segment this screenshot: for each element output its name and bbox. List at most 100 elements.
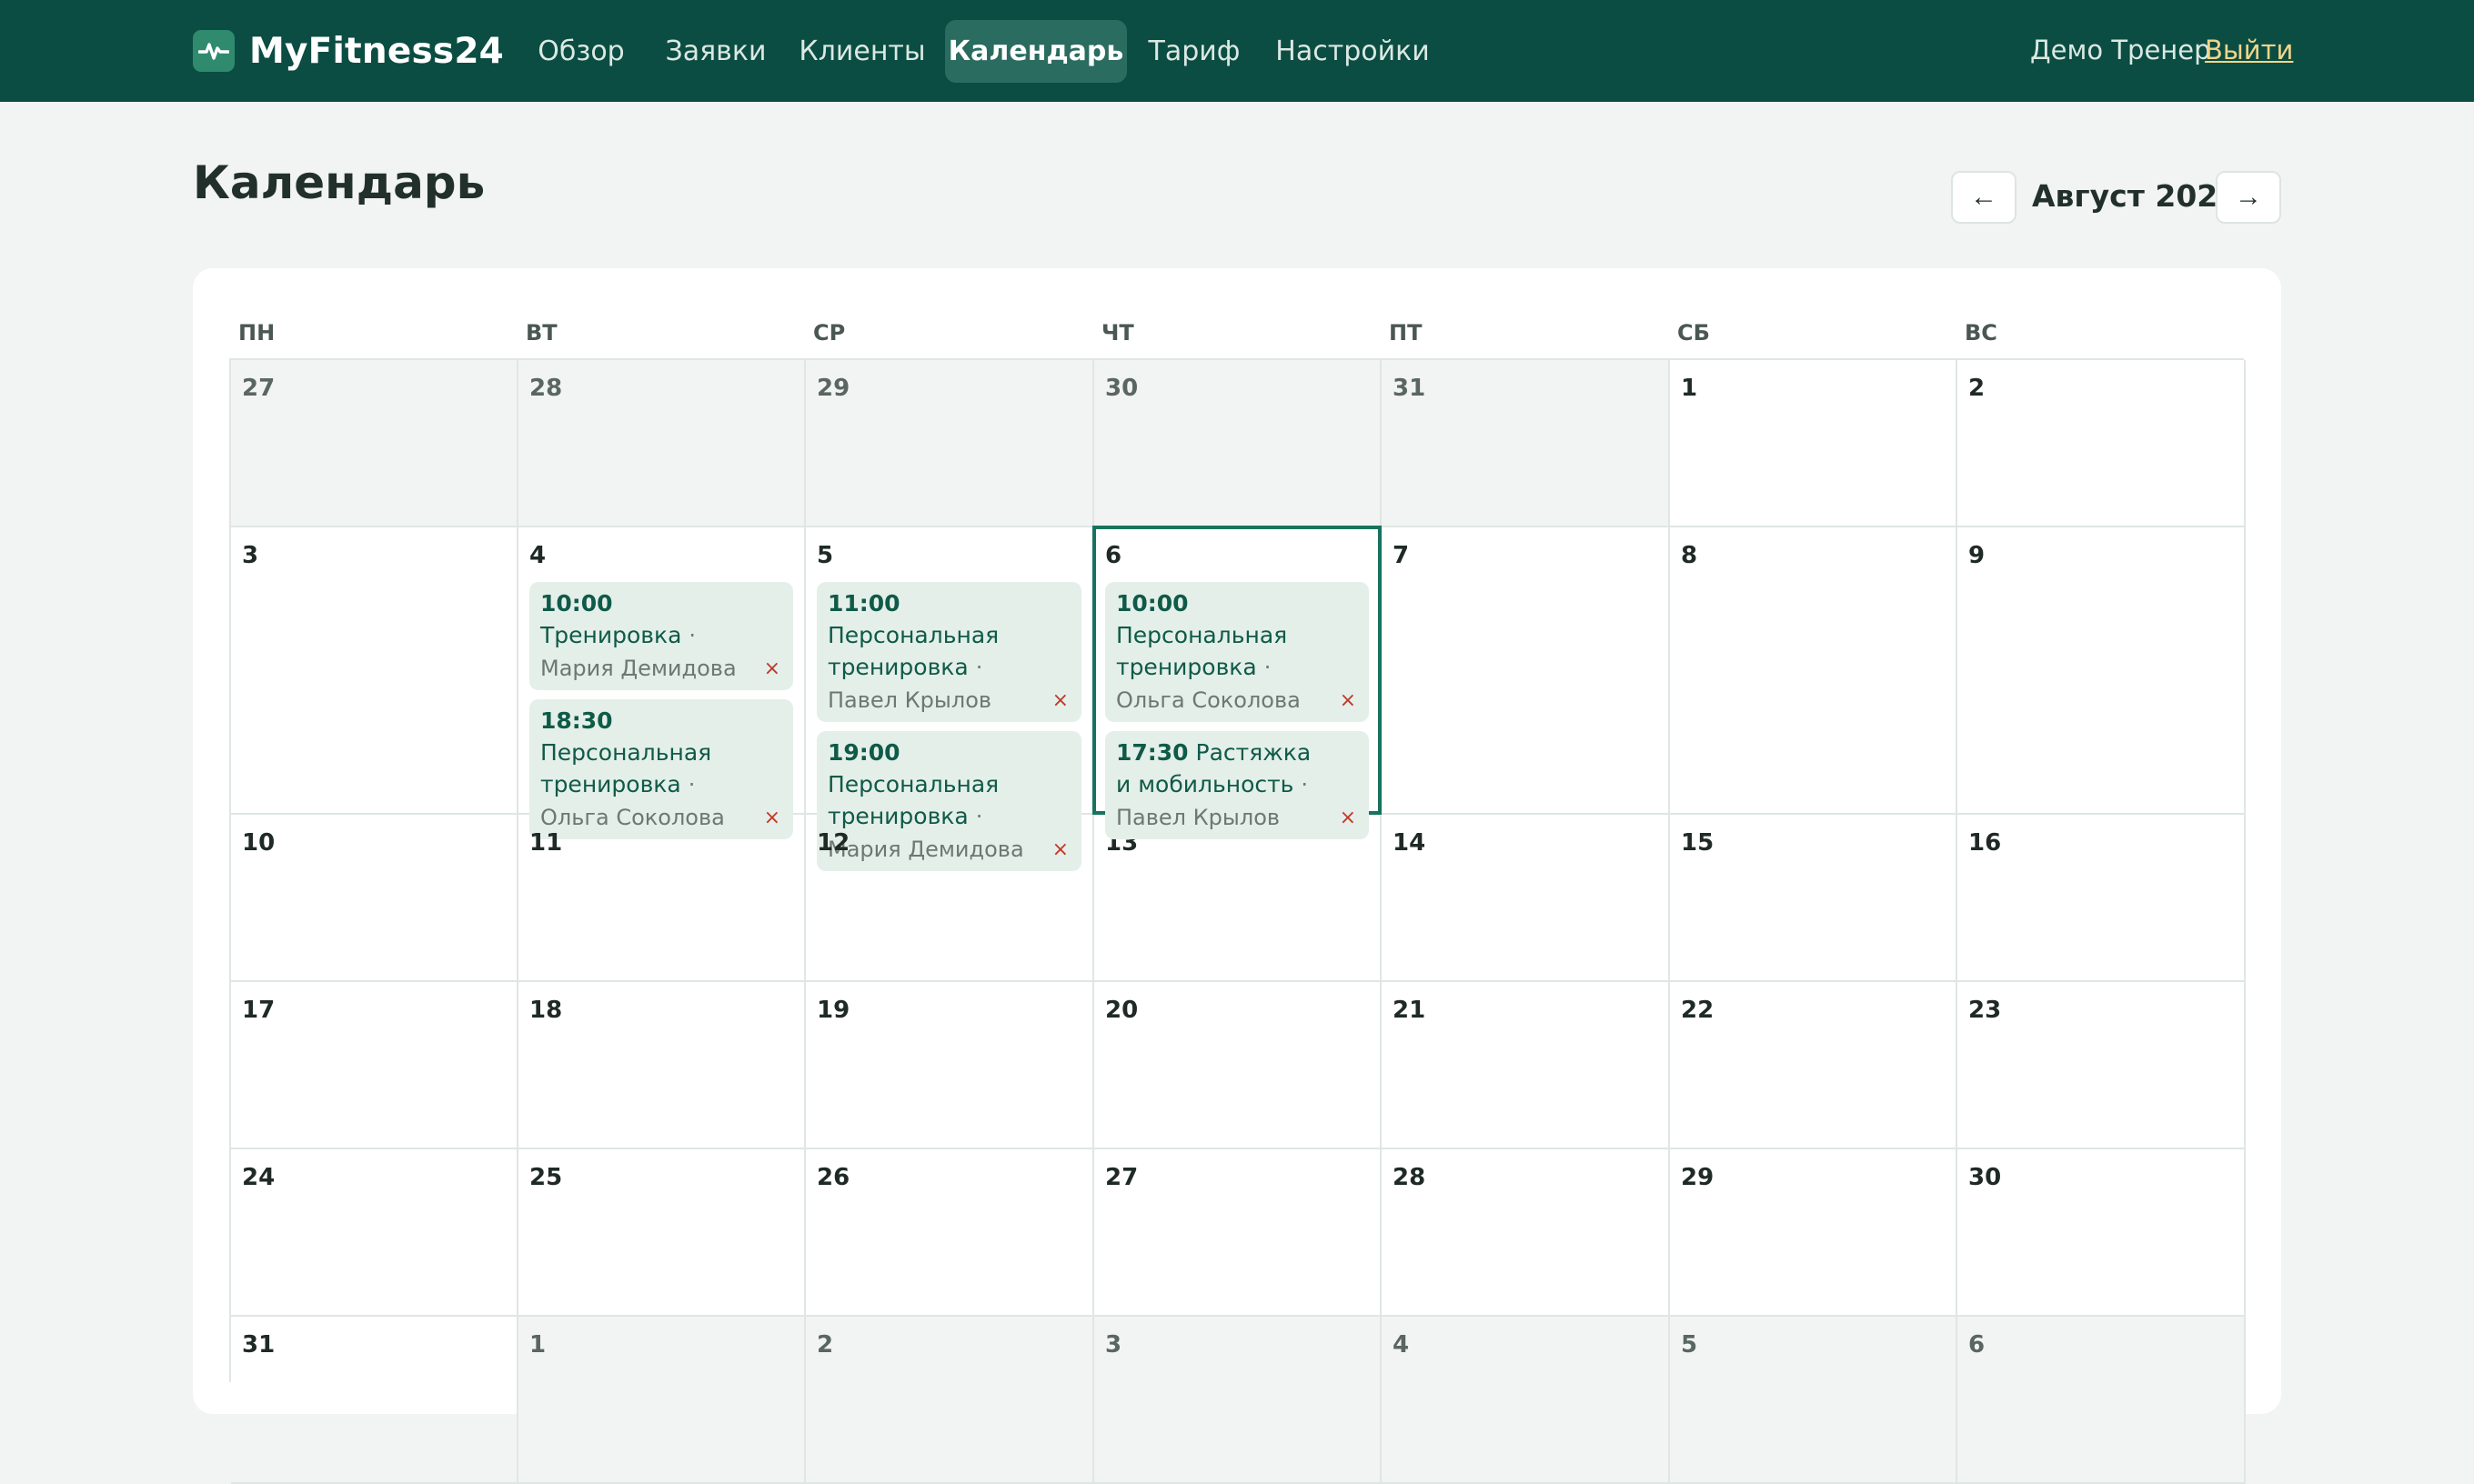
calendar-day[interactable]: 24 <box>231 1149 518 1317</box>
nav-clients[interactable]: Клиенты <box>793 20 931 83</box>
pulse-icon <box>193 30 235 72</box>
calendar-day[interactable]: 17 <box>231 982 518 1149</box>
calendar-day[interactable]: 20 <box>1094 982 1382 1149</box>
next-month-button[interactable]: → <box>2216 171 2281 224</box>
nav-calendar[interactable]: Календарь <box>945 20 1127 83</box>
event-list: 10:00 Тренировка · Мария Демидова × 18:30 … <box>529 582 793 848</box>
prev-month-button[interactable]: ← <box>1951 171 2016 224</box>
calendar-day[interactable]: 11 <box>518 815 806 982</box>
calendar-day[interactable]: 7 <box>1382 527 1670 815</box>
day-number: 3 <box>242 542 259 569</box>
event-item[interactable]: 17:30 Растяжка и мобильность · Павел Кры… <box>1105 731 1369 839</box>
calendar-day-outside[interactable]: 28 <box>518 360 806 527</box>
calendar-day[interactable]: 5 11:00 Персональная тренировка · Павел К… <box>806 527 1094 871</box>
calendar-day[interactable]: 4 10:00 Тренировка · Мария Демидова × 18:30… <box>518 527 806 839</box>
calendar-day[interactable]: 31 <box>231 1317 518 1484</box>
calendar-day[interactable]: 8 <box>1670 527 1957 815</box>
calendar-day[interactable]: 1 <box>1670 360 1957 527</box>
event-title: Тренировка <box>540 622 682 648</box>
day-number: 30 <box>1105 375 1139 402</box>
day-number: 22 <box>1681 997 1715 1024</box>
calendar-day-outside[interactable]: 2 <box>806 1317 1094 1484</box>
day-number: 25 <box>529 1164 563 1191</box>
nav-overview[interactable]: Обзор <box>524 20 639 83</box>
calendar-day-outside[interactable]: 6 <box>1957 1317 2246 1484</box>
calendar-day[interactable]: 27 <box>1094 1149 1382 1317</box>
calendar-day-today[interactable]: 6 10:00 Персональная тренировка · Ольга С… <box>1092 526 1382 839</box>
app-logo[interactable]: MyFitness24 <box>193 28 504 74</box>
calendar-day[interactable]: 18 <box>518 982 806 1149</box>
calendar-day-outside[interactable]: 4 <box>1382 1317 1670 1484</box>
day-number: 28 <box>529 375 563 402</box>
calendar-day[interactable]: 12 <box>806 815 1094 982</box>
day-number: 16 <box>1968 829 2002 857</box>
calendar-day-outside[interactable]: 1 <box>518 1317 806 1484</box>
calendar-day-outside[interactable]: 29 <box>806 360 1094 527</box>
day-number: 6 <box>1105 542 1122 569</box>
app-name: MyFitness24 <box>249 30 504 72</box>
calendar-day[interactable]: 28 <box>1382 1149 1670 1317</box>
nav-requests[interactable]: Заявки <box>659 20 773 83</box>
delete-event-icon[interactable]: × <box>1340 808 1356 828</box>
calendar-day-outside[interactable]: 5 <box>1670 1317 1957 1484</box>
calendar-day-outside[interactable]: 3 <box>1094 1317 1382 1484</box>
event-title: Персональная тренировка <box>540 739 712 797</box>
calendar-day-outside[interactable]: 31 <box>1382 360 1670 527</box>
calendar-day[interactable]: 16 <box>1957 815 2246 982</box>
day-number: 23 <box>1968 997 2002 1024</box>
calendar-day[interactable]: 30 <box>1957 1149 2246 1317</box>
current-user-name: Демо Тренер <box>2030 35 2211 65</box>
weekday-header-mon: ПН <box>238 320 276 346</box>
day-number: 7 <box>1393 542 1410 569</box>
day-number: 30 <box>1968 1164 2002 1191</box>
day-number: 4 <box>529 542 547 569</box>
logout-link[interactable]: Выйти <box>2205 35 2293 65</box>
event-time: 10:00 <box>1116 590 1189 617</box>
calendar-day[interactable]: 10 <box>231 815 518 982</box>
day-number: 21 <box>1393 997 1426 1024</box>
day-number: 28 <box>1393 1164 1426 1191</box>
calendar-day[interactable]: 29 <box>1670 1149 1957 1317</box>
day-number: 2 <box>817 1331 834 1359</box>
day-number: 31 <box>242 1331 276 1359</box>
day-number: 27 <box>1105 1164 1139 1191</box>
calendar-day[interactable]: 21 <box>1382 982 1670 1149</box>
calendar-day-outside[interactable]: 27 <box>231 360 518 527</box>
nav-tariff[interactable]: Тариф <box>1142 20 1246 83</box>
event-item[interactable]: 10:00 Персональная тренировка · Ольга Со… <box>1105 582 1369 722</box>
event-title: Персональная тренировка <box>1116 622 1288 680</box>
calendar-day[interactable]: 3 <box>231 527 518 815</box>
day-number: 5 <box>1681 1331 1698 1359</box>
calendar-day[interactable]: 9 <box>1957 527 2246 815</box>
day-number: 17 <box>242 997 276 1024</box>
calendar-day[interactable]: 25 <box>518 1149 806 1317</box>
day-number: 10 <box>242 829 276 857</box>
delete-event-icon[interactable]: × <box>1052 691 1069 711</box>
day-number: 12 <box>817 829 850 857</box>
weekday-header-tue: ВТ <box>526 320 558 346</box>
delete-event-icon[interactable]: × <box>764 659 780 679</box>
day-number: 3 <box>1105 1331 1122 1359</box>
day-number: 4 <box>1393 1331 1410 1359</box>
day-number: 1 <box>529 1331 547 1359</box>
day-number: 2 <box>1968 375 1986 402</box>
day-number: 14 <box>1393 829 1426 857</box>
event-time: 17:30 <box>1116 739 1189 766</box>
calendar-day[interactable]: 26 <box>806 1149 1094 1317</box>
weekday-header-wed: СР <box>813 320 846 346</box>
calendar-day[interactable]: 2 <box>1957 360 2246 527</box>
event-item[interactable]: 11:00 Персональная тренировка · Павел Кр… <box>817 582 1081 722</box>
day-number: 9 <box>1968 542 1986 569</box>
calendar-day-outside[interactable]: 30 <box>1094 360 1382 527</box>
calendar-day[interactable]: 19 <box>806 982 1094 1149</box>
calendar-day[interactable]: 15 <box>1670 815 1957 982</box>
calendar-day[interactable]: 22 <box>1670 982 1957 1149</box>
event-item[interactable]: 10:00 Тренировка · Мария Демидова × <box>529 582 793 690</box>
calendar-day[interactable]: 14 <box>1382 815 1670 982</box>
event-time: 19:00 <box>828 739 900 766</box>
event-time: 11:00 <box>828 590 900 617</box>
calendar-day[interactable]: 23 <box>1957 982 2246 1149</box>
day-number: 20 <box>1105 997 1139 1024</box>
nav-settings[interactable]: Настройки <box>1272 20 1433 83</box>
delete-event-icon[interactable]: × <box>1340 691 1356 711</box>
